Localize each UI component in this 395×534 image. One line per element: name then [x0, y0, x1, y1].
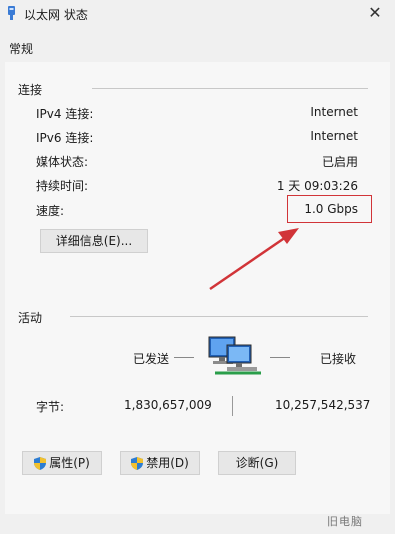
activity-divider [70, 316, 368, 317]
activity-group-title: 活动 [18, 311, 43, 325]
sent-bytes-value: 1,830,657,009 [124, 398, 212, 412]
sent-dash [174, 357, 194, 358]
properties-label: 属性(P) [49, 456, 90, 470]
disable-label: 禁用(D) [146, 456, 189, 470]
sent-label: 已发送 [133, 352, 170, 366]
received-dash [270, 357, 290, 358]
watermark: 旧电脑 [327, 515, 363, 528]
uac-shield-icon [34, 457, 47, 470]
bytes-label: 字节: [36, 400, 65, 414]
properties-button[interactable]: 属性(P) [22, 451, 102, 475]
bytes-separator [232, 396, 233, 416]
received-label: 已接收 [320, 352, 357, 366]
received-bytes-value: 10,257,542,537 [275, 398, 371, 412]
network-computers-icon [208, 336, 261, 375]
disable-button[interactable]: 禁用(D) [120, 451, 200, 475]
diagnose-button[interactable]: 诊断(G) [218, 451, 296, 475]
uac-shield-icon [131, 457, 144, 470]
